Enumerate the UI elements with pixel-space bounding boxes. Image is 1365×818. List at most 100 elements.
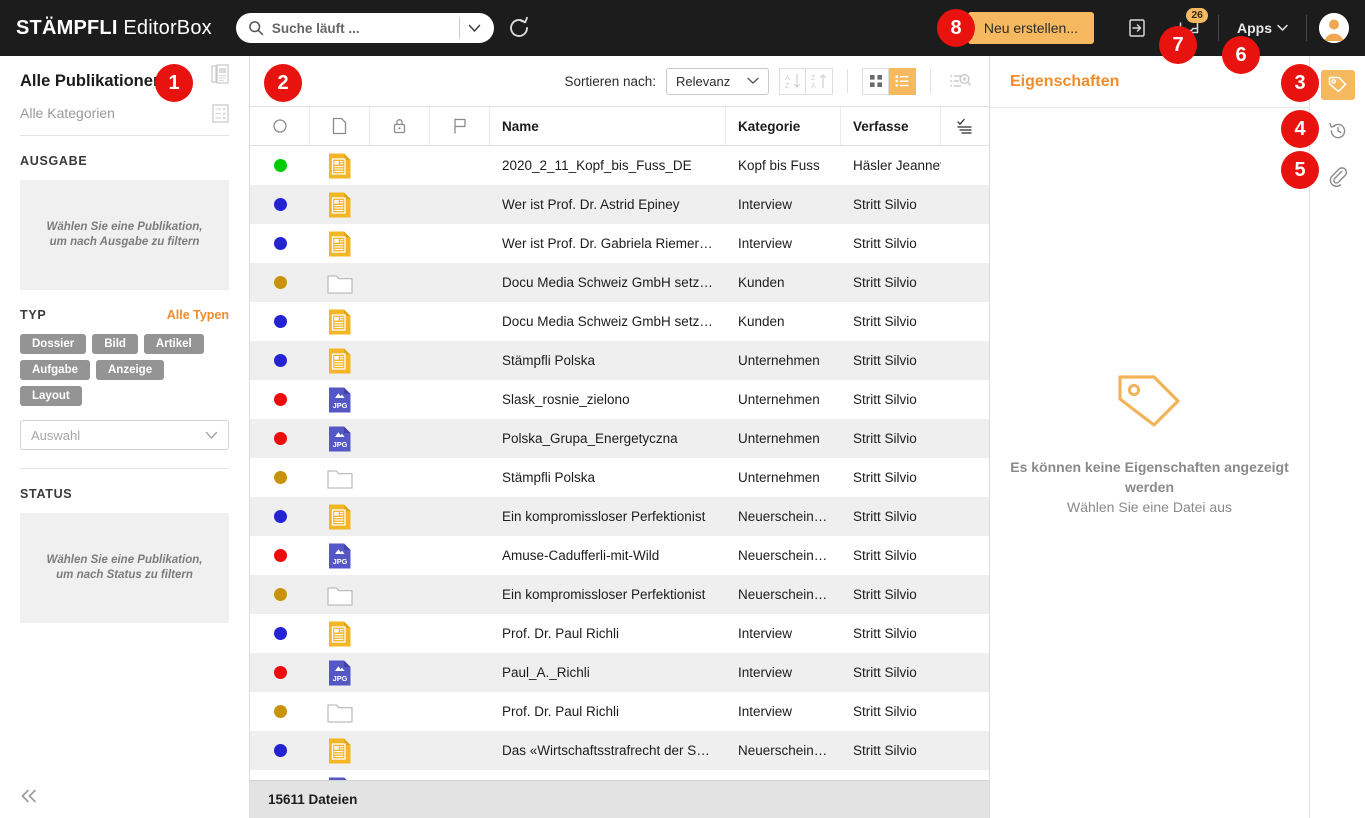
row-lock-cell[interactable] [370, 497, 430, 536]
row-lock-cell[interactable] [370, 692, 430, 731]
all-types-link[interactable]: Alle Typen [167, 308, 229, 322]
list-view-icon[interactable] [889, 67, 916, 95]
file-list[interactable]: 2020_2_11_Kopf_bis_Fuss_DE Kopf bis Fuss… [250, 146, 989, 780]
chevron-down-icon[interactable] [460, 24, 490, 33]
row-lock-cell[interactable] [370, 419, 430, 458]
grid-view-icon[interactable] [862, 67, 889, 95]
row-lock-cell[interactable] [370, 185, 430, 224]
column-header-name[interactable]: Name [490, 107, 726, 146]
row-lock-cell[interactable] [370, 770, 430, 780]
row-flag-cell[interactable] [430, 224, 490, 263]
type-tag-bild[interactable]: Bild [92, 334, 138, 354]
avatar[interactable] [1319, 13, 1349, 43]
search-in-list-icon[interactable] [945, 68, 975, 95]
sidebar-collapse-button[interactable] [0, 774, 249, 818]
table-row[interactable]: Docu Media Schweiz GmbH setzt auf zu… Ku… [250, 302, 989, 342]
publications-row[interactable]: Alle Publikationen [20, 56, 229, 97]
row-status-dot[interactable] [250, 146, 310, 185]
row-status-dot[interactable] [250, 380, 310, 419]
column-header-type[interactable] [310, 107, 370, 146]
table-row[interactable]: JPG Amuse-Cadufferli-mit-Wild Neuerschei… [250, 536, 989, 576]
row-lock-cell[interactable] [370, 653, 430, 692]
row-lock-cell[interactable] [370, 731, 430, 770]
column-header-flag[interactable] [430, 107, 490, 146]
table-row[interactable]: Das «Wirtschaftsstrafrecht der Schweiz» … [250, 731, 989, 771]
apps-menu[interactable]: Apps [1227, 20, 1298, 36]
table-row[interactable]: Wer ist Prof. Dr. Astrid Epiney Intervie… [250, 185, 989, 225]
new-create-button[interactable]: Neu erstellen... [967, 12, 1094, 44]
row-status-dot[interactable] [250, 302, 310, 341]
row-lock-cell[interactable] [370, 302, 430, 341]
search-input[interactable] [263, 20, 459, 36]
row-status-dot[interactable] [250, 536, 310, 575]
type-tag-anzeige[interactable]: Anzeige [96, 360, 165, 380]
table-row[interactable]: Prof. Dr. Paul Richli Interview Stritt S… [250, 692, 989, 732]
table-row[interactable]: Wer ist Prof. Dr. Gabriela Riemer-Kafka … [250, 224, 989, 264]
row-status-dot[interactable] [250, 497, 310, 536]
column-header-verfasser[interactable]: Verfasse [841, 107, 941, 146]
row-flag-cell[interactable] [430, 380, 490, 419]
type-tag-dossier[interactable]: Dossier [20, 334, 87, 354]
history-clock-icon[interactable] [1321, 116, 1355, 146]
sort-az-ascending-icon[interactable]: A Z [779, 67, 806, 95]
table-row[interactable]: JPG [250, 770, 989, 780]
row-lock-cell[interactable] [370, 536, 430, 575]
type-tag-layout[interactable]: Layout [20, 386, 82, 406]
table-row[interactable]: Ein kompromissloser Perfektionist Neuers… [250, 497, 989, 537]
row-status-dot[interactable] [250, 770, 310, 780]
sort-za-descending-icon[interactable]: Z A [806, 67, 833, 95]
row-flag-cell[interactable] [430, 692, 490, 731]
row-flag-cell[interactable] [430, 731, 490, 770]
row-lock-cell[interactable] [370, 224, 430, 263]
row-status-dot[interactable] [250, 458, 310, 497]
row-flag-cell[interactable] [430, 341, 490, 380]
row-flag-cell[interactable] [430, 146, 490, 185]
row-flag-cell[interactable] [430, 614, 490, 653]
row-status-dot[interactable] [250, 692, 310, 731]
row-flag-cell[interactable] [430, 263, 490, 302]
refresh-icon[interactable] [506, 15, 532, 41]
category-list-icon[interactable] [212, 104, 229, 128]
table-row[interactable]: Ein kompromissloser Perfektionist Neuers… [250, 575, 989, 615]
row-flag-cell[interactable] [430, 419, 490, 458]
row-flag-cell[interactable] [430, 536, 490, 575]
row-status-dot[interactable] [250, 341, 310, 380]
table-row[interactable]: Stämpfli Polska Unternehmen Stritt Silvi… [250, 341, 989, 381]
row-status-dot[interactable] [250, 575, 310, 614]
row-flag-cell[interactable] [430, 575, 490, 614]
row-lock-cell[interactable] [370, 575, 430, 614]
row-lock-cell[interactable] [370, 614, 430, 653]
row-status-dot[interactable] [250, 614, 310, 653]
row-status-dot[interactable] [250, 653, 310, 692]
row-status-dot[interactable] [250, 731, 310, 770]
column-header-lock[interactable] [370, 107, 430, 146]
row-status-dot[interactable] [250, 185, 310, 224]
row-flag-cell[interactable] [430, 770, 490, 780]
table-row[interactable]: JPG Paul_A._Richli Interview Stritt Silv… [250, 653, 989, 693]
row-lock-cell[interactable] [370, 263, 430, 302]
row-status-dot[interactable] [250, 419, 310, 458]
type-tag-aufgabe[interactable]: Aufgabe [20, 360, 90, 380]
row-flag-cell[interactable] [430, 458, 490, 497]
row-lock-cell[interactable] [370, 458, 430, 497]
row-status-dot[interactable] [250, 263, 310, 302]
row-lock-cell[interactable] [370, 341, 430, 380]
row-flag-cell[interactable] [430, 497, 490, 536]
table-row[interactable]: Stämpfli Polska Unternehmen Stritt Silvi… [250, 458, 989, 498]
table-row[interactable]: Prof. Dr. Paul Richli Interview Stritt S… [250, 614, 989, 654]
search-box[interactable] [235, 13, 494, 43]
row-flag-cell[interactable] [430, 302, 490, 341]
row-flag-cell[interactable] [430, 653, 490, 692]
attachment-paperclip-icon[interactable] [1321, 162, 1355, 192]
table-row[interactable]: 2020_2_11_Kopf_bis_Fuss_DE Kopf bis Fuss… [250, 146, 989, 186]
export-icon[interactable] [1116, 8, 1158, 48]
row-lock-cell[interactable] [370, 146, 430, 185]
row-status-dot[interactable] [250, 224, 310, 263]
publication-list-icon[interactable] [211, 64, 229, 89]
column-header-settings[interactable] [941, 107, 989, 145]
column-header-status[interactable] [250, 107, 310, 146]
table-row[interactable]: JPG Slask_rosnie_zielono Unternehmen Str… [250, 380, 989, 420]
row-flag-cell[interactable] [430, 185, 490, 224]
categories-row[interactable]: Alle Kategorien [20, 97, 229, 135]
table-row[interactable]: JPG Polska_Grupa_Energetyczna Unternehme… [250, 419, 989, 459]
